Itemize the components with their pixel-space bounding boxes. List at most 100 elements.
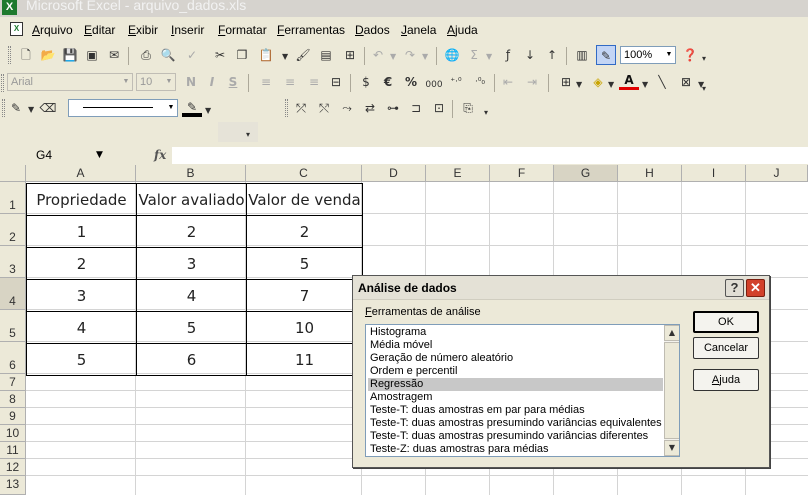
align-left-icon[interactable]: ≡ bbox=[256, 72, 276, 92]
table-cell[interactable]: 2 bbox=[246, 215, 363, 248]
error-check-icon[interactable]: ⇄ bbox=[360, 98, 380, 118]
row-header-12[interactable]: 12 bbox=[0, 459, 26, 476]
copy-icon[interactable]: ❐ bbox=[232, 45, 252, 65]
toolbar-grip[interactable] bbox=[285, 99, 288, 117]
toolbar-options-icon[interactable]: ▾ bbox=[702, 54, 706, 63]
erase-border-icon[interactable]: ⌫ bbox=[38, 98, 58, 118]
scroll-down-icon[interactable]: ▼ bbox=[664, 440, 679, 456]
formula-input[interactable] bbox=[172, 147, 808, 164]
select-all-corner[interactable] bbox=[0, 165, 26, 182]
table-cell[interactable]: 3 bbox=[136, 247, 247, 280]
table-cell[interactable]: 10 bbox=[246, 311, 363, 344]
undo-dropdown-icon[interactable]: ▼ bbox=[390, 52, 396, 61]
chevron-down-icon[interactable]: ▼ bbox=[96, 147, 103, 164]
percent-style-icon[interactable]: % bbox=[401, 72, 421, 92]
header-cell-valor-de-venda[interactable]: Valor de venda bbox=[246, 183, 363, 216]
table-cell[interactable]: 7 bbox=[246, 279, 363, 312]
header-cell-valor-avaliado[interactable]: Valor avaliado bbox=[136, 183, 247, 216]
align-right-icon[interactable]: ≡ bbox=[304, 72, 324, 92]
insert-function-fx-icon[interactable]: fx bbox=[154, 147, 166, 164]
bold-button[interactable]: N bbox=[181, 72, 201, 92]
font-color-icon[interactable]: A bbox=[619, 72, 639, 90]
row-header-2[interactable]: 2 bbox=[0, 214, 26, 246]
font-color-dropdown-icon[interactable]: ▼ bbox=[642, 80, 648, 89]
chart-wizard-icon[interactable]: ▥ bbox=[572, 45, 592, 65]
row-header-5[interactable]: 5 bbox=[0, 310, 26, 342]
draw-border-pen-icon[interactable]: ✎ bbox=[6, 98, 26, 118]
column-header-c[interactable]: C bbox=[246, 165, 362, 182]
format-painter-icon[interactable]: 🖌 bbox=[293, 45, 313, 65]
table-cell[interactable]: 5 bbox=[26, 343, 137, 376]
borders-dropdown-icon[interactable]: ▼ bbox=[576, 80, 582, 89]
menu-janela[interactable]: Janela bbox=[401, 23, 436, 37]
scroll-up-icon[interactable]: ▲ bbox=[664, 325, 679, 341]
autosum-dropdown-icon[interactable]: ▼ bbox=[486, 52, 492, 61]
toolbar-options-icon[interactable]: ▾ bbox=[246, 130, 250, 139]
menu-dados[interactable]: Dados bbox=[355, 23, 390, 37]
help-icon[interactable]: ❓ bbox=[680, 45, 700, 65]
toolbar-grip[interactable] bbox=[1, 74, 4, 92]
insert-function-icon[interactable]: ƒ bbox=[498, 45, 518, 65]
cancel-button[interactable]: Cancelar bbox=[693, 337, 759, 359]
trace-precedents-icon[interactable]: ⤱ bbox=[291, 98, 311, 118]
sort-ascending-icon[interactable]: ↓ bbox=[520, 45, 540, 65]
currency-style-icon[interactable]: $ bbox=[356, 72, 376, 92]
permission-icon[interactable]: ▣ bbox=[82, 45, 102, 65]
dialog-title-bar[interactable]: Análise de dados ? ✕ bbox=[353, 276, 769, 300]
row-header-1[interactable]: 1 bbox=[0, 182, 26, 214]
analysis-tools-list[interactable]: Histograma Média móvel Geração de número… bbox=[365, 324, 680, 457]
table-cell[interactable]: 6 bbox=[136, 343, 247, 376]
column-header-e[interactable]: E bbox=[426, 165, 490, 182]
drawing-toggle-icon[interactable]: ✎ bbox=[596, 45, 616, 65]
insert-item-icon[interactable]: ⊠ bbox=[676, 72, 696, 92]
clip-art-icon[interactable]: ⊞ bbox=[340, 45, 360, 65]
column-header-h[interactable]: H bbox=[618, 165, 682, 182]
table-cell[interactable]: 1 bbox=[26, 215, 137, 248]
line-tool-icon[interactable]: ╲ bbox=[652, 72, 672, 92]
toolbar-grip[interactable] bbox=[2, 99, 5, 117]
list-item[interactable]: Teste-T: duas amostras presumindo variân… bbox=[368, 430, 663, 443]
menu-arquivo[interactable]: Arquivo bbox=[32, 23, 73, 37]
redo-dropdown-icon[interactable]: ▼ bbox=[422, 52, 428, 61]
scroll-thumb[interactable] bbox=[664, 342, 679, 439]
email-icon[interactable]: ✉ bbox=[104, 45, 124, 65]
trace-error-icon[interactable]: ⊶ bbox=[383, 98, 403, 118]
remove-arrows-icon[interactable]: ⤳ bbox=[337, 98, 357, 118]
euro-icon[interactable]: € bbox=[378, 72, 398, 92]
row-header-11[interactable]: 11 bbox=[0, 442, 26, 459]
table-cell[interactable]: 2 bbox=[26, 247, 137, 280]
list-item[interactable]: Teste-Z: duas amostras para médias bbox=[368, 443, 663, 456]
column-header-g[interactable]: G bbox=[554, 165, 618, 182]
list-item[interactable]: Teste-T: duas amostras presumindo variân… bbox=[368, 417, 663, 430]
paste-icon[interactable]: 📋 bbox=[256, 45, 276, 65]
menu-editar[interactable]: Editar bbox=[84, 23, 115, 37]
chevron-down-icon[interactable]: ▼ bbox=[163, 74, 175, 90]
toolbar-options-icon[interactable]: ▾ bbox=[702, 84, 706, 93]
italic-button[interactable]: I bbox=[202, 72, 222, 92]
row-header-4[interactable]: 4 bbox=[0, 278, 26, 310]
research-icon[interactable]: ▤ bbox=[316, 45, 336, 65]
redo-icon[interactable]: ↷ bbox=[400, 45, 420, 65]
new-comment-icon[interactable]: ⊐ bbox=[406, 98, 426, 118]
table-cell[interactable]: 3 bbox=[26, 279, 137, 312]
menu-exibir[interactable]: Exibir bbox=[128, 23, 158, 37]
line-color-icon[interactable]: ✎ bbox=[182, 97, 202, 117]
menu-formatar[interactable]: Formatar bbox=[218, 23, 267, 37]
fill-color-icon[interactable]: ◈ bbox=[588, 72, 608, 92]
list-item-selected[interactable]: Regressão bbox=[368, 378, 663, 391]
cut-icon[interactable]: ✂ bbox=[210, 45, 230, 65]
dialog-help-icon[interactable]: ? bbox=[725, 279, 744, 297]
decrease-indent-icon[interactable]: ⇤ bbox=[498, 72, 518, 92]
table-cell[interactable]: 4 bbox=[26, 311, 137, 344]
table-cell[interactable]: 4 bbox=[136, 279, 247, 312]
row-header-3[interactable]: 3 bbox=[0, 246, 26, 278]
table-cell[interactable]: 5 bbox=[246, 247, 363, 280]
circle-invalid-icon[interactable]: ⊡ bbox=[429, 98, 449, 118]
print-preview-icon[interactable]: 🔍 bbox=[158, 45, 178, 65]
row-header-10[interactable]: 10 bbox=[0, 425, 26, 442]
menu-ferramentas[interactable]: Ferramentas bbox=[277, 23, 345, 37]
align-center-icon[interactable]: ≡ bbox=[280, 72, 300, 92]
open-folder-icon[interactable]: 📂 bbox=[38, 45, 58, 65]
row-header-7[interactable]: 7 bbox=[0, 374, 26, 391]
table-cell[interactable]: 5 bbox=[136, 311, 247, 344]
